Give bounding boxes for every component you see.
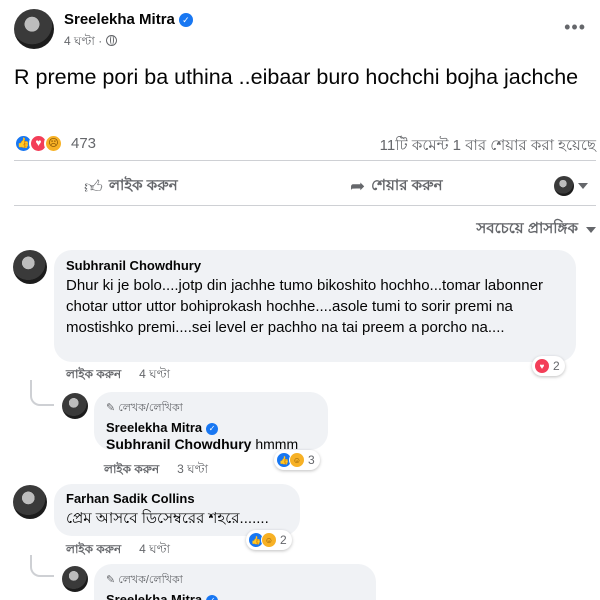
like-button[interactable]: 👍︎ লাইক করুন <box>84 174 178 199</box>
reply-actions: লাইক করুন 3 ঘণ্টা <box>104 461 208 481</box>
comment-like-button[interactable]: লাইক করুন <box>66 367 121 381</box>
commenter-name[interactable]: Farhan Sadik Collins <box>66 491 288 506</box>
reply-author-name[interactable]: Sreelekha Mitra✓ <box>106 420 316 435</box>
comment-like-button[interactable]: লাইক করুন <box>66 542 121 556</box>
reply-avatar[interactable] <box>62 566 88 592</box>
comment-text: প্রেম আসবে ডিসেম্বরের শহরে....... <box>66 510 269 527</box>
reply-reaction-count: 3 <box>308 453 315 467</box>
reply-thread-line <box>30 555 54 577</box>
profile-avatar <box>554 176 574 196</box>
sad-reaction-icon: ☹ <box>44 133 63 153</box>
chevron-down-icon <box>578 183 588 189</box>
pencil-icon: ✎ <box>106 402 116 414</box>
comment-actions: লাইক করুন 4 ঘণ্টা <box>66 366 170 386</box>
comment-bubble: Subhranil Chowdhury Dhur ki je bolo....j… <box>54 250 576 362</box>
comment-share-stats[interactable]: 11টি কমেন্ট 1 বার শেয়ার করা হয়েছে <box>380 134 596 159</box>
more-options-icon[interactable]: ••• <box>564 17 586 38</box>
reply-like-button[interactable]: লাইক করুন <box>104 462 159 476</box>
thumbs-up-icon: 👍︎ <box>84 176 103 197</box>
reaction-audience-selector[interactable] <box>554 176 588 196</box>
divider <box>14 205 596 206</box>
author-name[interactable]: Sreelekha Mitra ✓ <box>64 11 193 28</box>
globe-icon <box>106 35 118 46</box>
commenter-avatar[interactable] <box>13 485 47 519</box>
post-text: R preme pori ba uthina ..eibaar buro hoc… <box>14 65 579 89</box>
comment-reactions[interactable]: 👍 ☺ 2 <box>246 530 292 550</box>
care-reaction-icon: ☺ <box>261 532 277 548</box>
pencil-icon: ✎ <box>106 574 116 586</box>
author-badge: ✎ লেখক/লেখিকা <box>106 571 364 590</box>
author-avatar[interactable] <box>14 9 54 49</box>
share-button[interactable]: ➦ শেয়ার করুন <box>350 174 443 199</box>
verified-badge-icon: ✓ <box>178 13 193 27</box>
sort-label: সবচেয়ে প্রাসঙ্গিক <box>476 220 578 237</box>
reply-thread-line <box>30 380 54 406</box>
author-badge-label: লেখক/লেখিকা <box>118 574 183 586</box>
mention-link[interactable]: Subhranil Chowdhury <box>106 436 251 452</box>
comment-sort-dropdown[interactable]: সবচেয়ে প্রাসঙ্গিক <box>476 217 596 242</box>
reply-bubble: ✎ লেখক/লেখিকা Sreelekha Mitra ✓ Subhranil… <box>94 392 328 452</box>
author-badge-label: লেখক/লেখিকা <box>118 402 183 414</box>
comment-reaction-count: 2 <box>553 359 560 373</box>
commenter-avatar[interactable] <box>13 250 47 284</box>
love-reaction-icon: ♥ <box>534 358 550 374</box>
reply-author-name[interactable]: Sreelekha Mitra✓ <box>106 592 364 600</box>
comment-reactions[interactable]: ♥ 2 <box>532 356 565 376</box>
comment-time[interactable]: 4 ঘণ্টা <box>139 542 170 556</box>
comment-reaction-count: 2 <box>280 533 287 547</box>
comment-actions: লাইক করুন 4 ঘণ্টা <box>66 541 170 561</box>
reaction-count: 473 <box>71 134 97 152</box>
like-button-label: লাইক করুন <box>108 177 178 194</box>
comment-time[interactable]: 4 ঘণ্টা <box>139 367 170 381</box>
divider <box>14 160 596 161</box>
reply-reactions[interactable]: 👍 ☺ 3 <box>274 450 320 470</box>
reaction-summary[interactable]: 👍 ♥ ☹ 473 <box>14 132 96 154</box>
post-timestamp[interactable]: 4 ঘণ্টা · <box>64 33 118 53</box>
commenter-name[interactable]: Subhranil Chowdhury <box>66 258 564 273</box>
comment-text: Dhur ki je bolo....jotp din jachhe tumo … <box>66 277 543 336</box>
care-reaction-icon: ☺ <box>289 452 305 468</box>
share-arrow-icon: ➦ <box>350 176 366 196</box>
verified-badge-icon: ✓ <box>206 595 219 600</box>
reply-bubble: ✎ লেখক/লেখিকা Sreelekha Mitra✓ <box>94 564 376 600</box>
action-bar: 👍︎ লাইক করুন ➦ শেয়ার করুন <box>14 166 596 206</box>
post-header: Sreelekha Mitra ✓ 4 ঘণ্টা · ••• <box>14 9 594 55</box>
author-badge: ✎ লেখক/লেখিকা <box>106 399 316 418</box>
comment-bubble: Farhan Sadik Collins প্রেম আসবে ডিসেম্বর… <box>54 484 300 536</box>
share-button-label: শেয়ার করুন <box>371 177 443 194</box>
reply-time[interactable]: 3 ঘণ্টা <box>177 462 208 476</box>
reply-avatar[interactable] <box>62 393 88 419</box>
chevron-down-icon <box>586 226 596 233</box>
verified-badge-icon: ✓ <box>206 423 219 435</box>
